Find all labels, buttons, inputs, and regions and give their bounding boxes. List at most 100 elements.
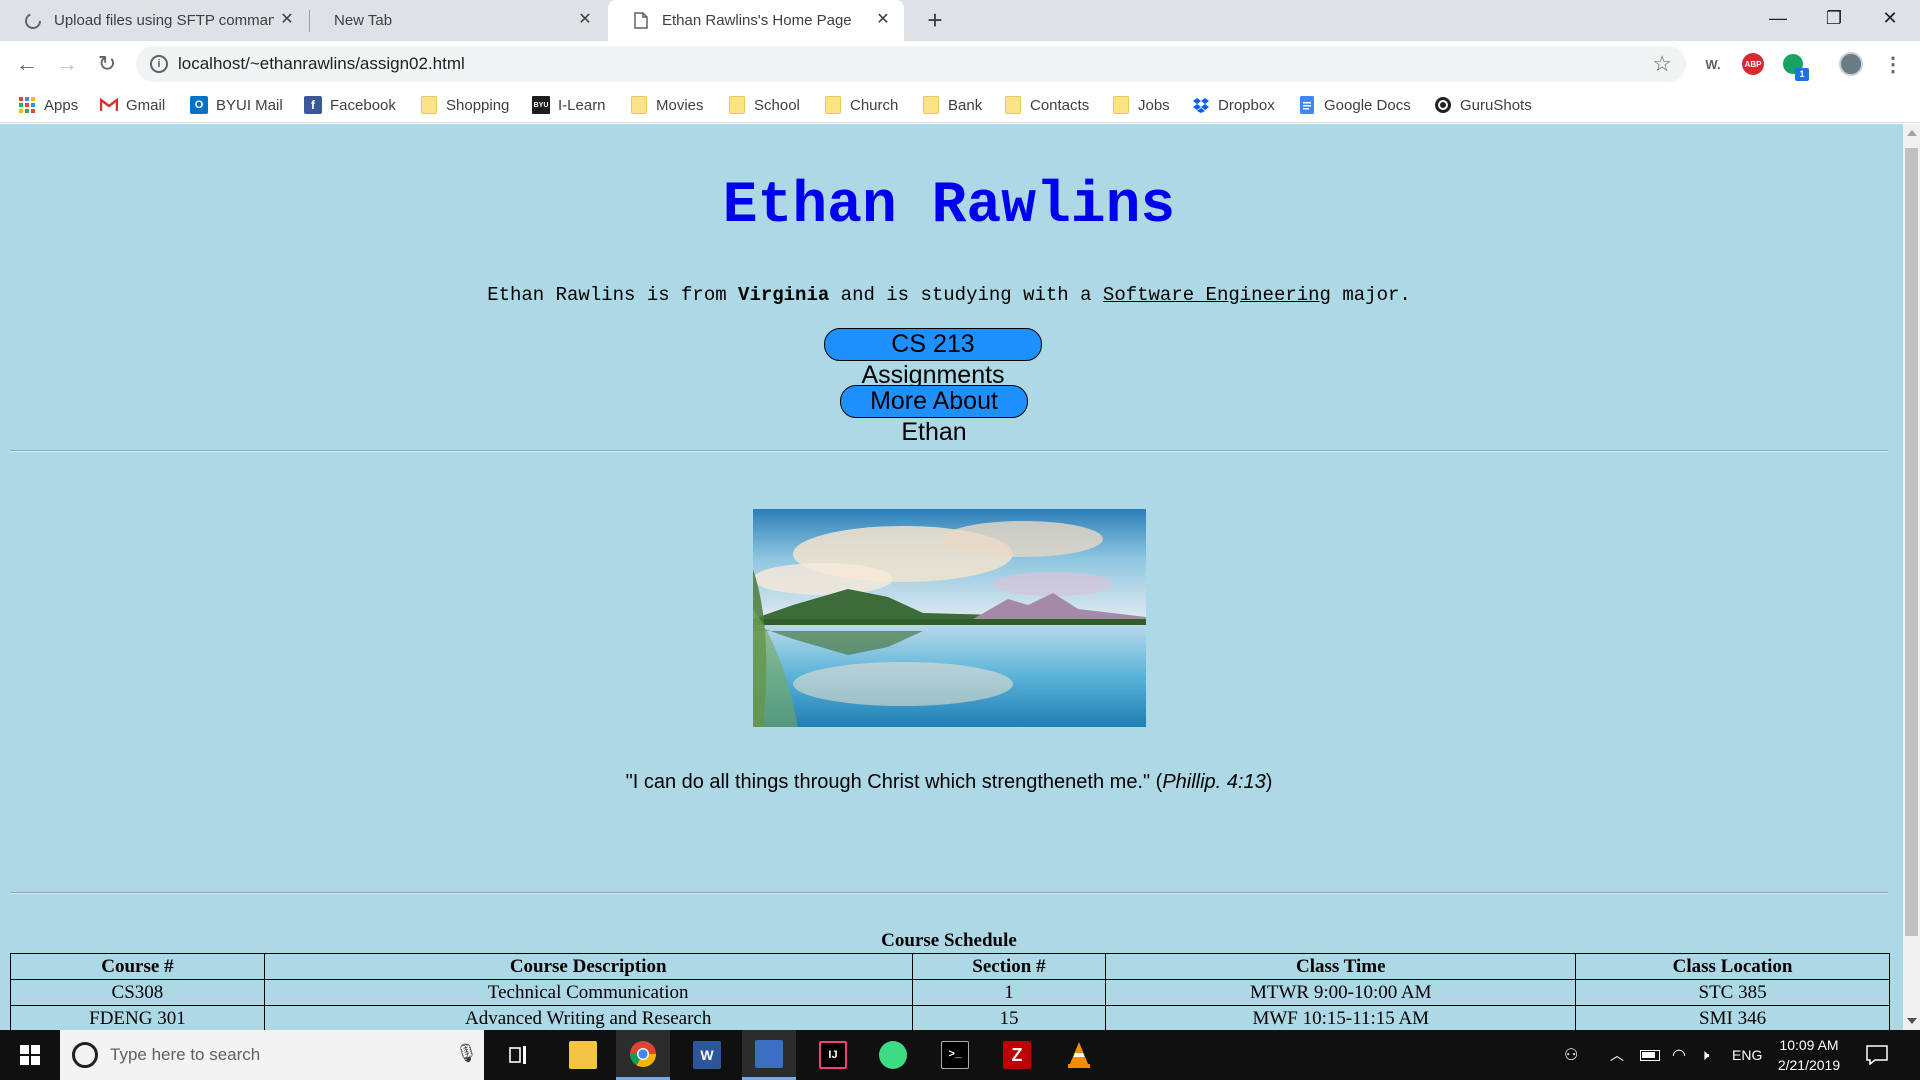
intro-after: major. xyxy=(1330,284,1411,306)
reload-button[interactable]: ↻ xyxy=(92,49,122,79)
android-studio-button[interactable] xyxy=(866,1030,920,1080)
bookmark-i-learn[interactable]: BYU I-Learn xyxy=(532,93,606,117)
people-icon[interactable]: ⚇ xyxy=(1564,1030,1578,1080)
folder-icon xyxy=(1112,96,1130,114)
bookmark-school[interactable]: School xyxy=(728,93,800,117)
table-cell: FDENG 301 xyxy=(10,1005,265,1030)
intro-text: Ethan Rawlins is from Virginia and is st… xyxy=(10,284,1888,306)
divider xyxy=(10,450,1888,452)
bookmark-movies[interactable]: Movies xyxy=(630,93,704,117)
table-cell: SMI 346 xyxy=(1575,1005,1890,1030)
bookmark-label: Facebook xyxy=(330,96,396,114)
bookmark-shopping[interactable]: Shopping xyxy=(420,93,509,117)
profile-avatar-icon[interactable] xyxy=(1838,51,1864,77)
new-tab-button[interactable]: + xyxy=(922,7,948,34)
battery-icon[interactable] xyxy=(1640,1030,1660,1080)
tab-new-tab[interactable]: New Tab ✕ xyxy=(310,0,606,41)
url-text[interactable]: localhost/~ethanrawlins/assign02.html xyxy=(178,54,465,74)
remote-desktop-icon xyxy=(755,1039,783,1068)
vlc-button[interactable] xyxy=(1052,1030,1106,1080)
chat-extension-icon[interactable]: 1 xyxy=(1780,51,1809,81)
bookmark-label: I-Learn xyxy=(558,96,606,114)
folder-icon xyxy=(728,96,746,114)
adblock-icon[interactable]: ABP xyxy=(1740,51,1766,77)
windows-logo-icon xyxy=(20,1045,40,1065)
chrome-button[interactable] xyxy=(616,1030,670,1080)
cs213-assignments-button[interactable]: CS 213 Assignments xyxy=(824,328,1042,389)
minimize-button[interactable]: — xyxy=(1750,0,1806,36)
taskbar-search[interactable]: Type here to search 🎙 xyxy=(60,1030,484,1080)
system-clock[interactable]: 10:09 AM 2/21/2019 xyxy=(1766,1035,1852,1075)
facebook-icon: f xyxy=(304,96,322,114)
quote-reference: Phillip. 4:13 xyxy=(1162,771,1266,793)
divider xyxy=(10,892,1888,894)
intro-before: Ethan Rawlins is from xyxy=(487,284,739,306)
schedule-caption: Course Schedule xyxy=(881,930,1017,951)
bookmark-jobs[interactable]: Jobs xyxy=(1112,93,1170,117)
close-icon[interactable]: ✕ xyxy=(576,11,594,29)
bookmark-byui-mail[interactable]: O BYUI Mail xyxy=(190,93,283,117)
bookmark-star-icon[interactable]: ☆ xyxy=(1652,51,1672,77)
bookmark-label: Church xyxy=(850,96,899,114)
file-explorer-button[interactable] xyxy=(556,1030,610,1080)
file-explorer-icon xyxy=(569,1041,597,1069)
w-extension-icon[interactable]: W. xyxy=(1700,51,1726,77)
info-icon[interactable]: i xyxy=(150,55,168,73)
table-row: CS308 Technical Communication 1 MTWR 9:0… xyxy=(10,979,1890,1006)
bookmark-label: Movies xyxy=(656,96,704,114)
column-header: Class Location xyxy=(1575,953,1890,980)
bookmark-gurushots[interactable]: GuruShots xyxy=(1434,93,1532,117)
restore-button[interactable]: ❐ xyxy=(1806,0,1862,36)
table-cell: MTWR 9:00-10:00 AM xyxy=(1105,979,1577,1006)
bookmark-label: GuruShots xyxy=(1460,96,1532,114)
vertical-scrollbar[interactable] xyxy=(1903,124,1920,1030)
tab-sftp[interactable]: Upload files using SFTP comman ✕ xyxy=(0,0,308,41)
vlc-icon xyxy=(1068,1042,1090,1068)
major-link[interactable]: Software Engineering xyxy=(1103,284,1331,306)
address-bar[interactable]: i localhost/~ethanrawlins/assign02.html … xyxy=(136,46,1686,82)
filezilla-button[interactable]: Z xyxy=(990,1030,1044,1080)
tab-ethan-home[interactable]: Ethan Rawlins's Home Page ✕ xyxy=(608,0,904,41)
language-indicator[interactable]: ENG xyxy=(1732,1030,1762,1080)
course-schedule-table: Course # Course Description Section # Cl… xyxy=(10,953,1890,1030)
forward-button[interactable]: → xyxy=(52,49,82,79)
bookmark-church[interactable]: Church xyxy=(824,93,898,117)
word-icon: W xyxy=(693,1041,721,1069)
microphone-icon[interactable]: 🎙 xyxy=(455,1043,478,1064)
tab-title: New Tab xyxy=(334,12,393,29)
close-window-button[interactable]: ✕ xyxy=(1862,0,1918,36)
menu-kebab-icon[interactable]: ⋮ xyxy=(1880,51,1906,77)
home-state: Virginia xyxy=(738,284,830,306)
word-button[interactable]: W xyxy=(680,1030,734,1080)
intellij-icon: IJ xyxy=(819,1041,847,1069)
bookmark-contacts[interactable]: Contacts xyxy=(1004,93,1089,117)
back-button[interactable]: ← xyxy=(12,49,42,79)
google-docs-icon xyxy=(1298,96,1316,114)
bookmark-bank[interactable]: Bank xyxy=(922,93,982,117)
task-view-button[interactable] xyxy=(492,1030,546,1080)
bookmark-google-docs[interactable]: Google Docs xyxy=(1298,93,1411,117)
scroll-up-arrow-icon[interactable] xyxy=(1907,130,1917,136)
scrollbar-thumb[interactable] xyxy=(1905,148,1918,936)
column-header: Course # xyxy=(10,953,265,980)
folder-icon xyxy=(630,96,648,114)
close-icon[interactable]: ✕ xyxy=(874,11,892,29)
bookmark-gmail[interactable]: Gmail xyxy=(100,93,165,117)
intellij-button[interactable]: IJ xyxy=(806,1030,860,1080)
bookmark-dropbox[interactable]: Dropbox xyxy=(1192,93,1275,117)
notifications-icon[interactable] xyxy=(1866,1030,1888,1080)
start-button[interactable] xyxy=(0,1030,60,1080)
bookmark-label: School xyxy=(754,96,800,114)
wifi-icon[interactable]: ◠ xyxy=(1672,1030,1686,1080)
volume-muted-icon[interactable]: 🕨 xyxy=(1700,1030,1709,1080)
chevron-up-icon[interactable]: ︿ xyxy=(1610,1030,1624,1080)
terminal-button[interactable]: >_ xyxy=(928,1030,982,1080)
close-icon[interactable]: ✕ xyxy=(278,11,296,29)
remote-desktop-button[interactable] xyxy=(742,1030,796,1080)
more-about-ethan-button[interactable]: More About Ethan xyxy=(840,385,1028,446)
column-header: Class Time xyxy=(1105,953,1577,980)
scroll-down-arrow-icon[interactable] xyxy=(1907,1018,1917,1024)
bookmark-apps[interactable]: Apps xyxy=(18,93,78,117)
bookmark-facebook[interactable]: f Facebook xyxy=(304,93,396,117)
bookmark-label: Apps xyxy=(44,96,79,114)
